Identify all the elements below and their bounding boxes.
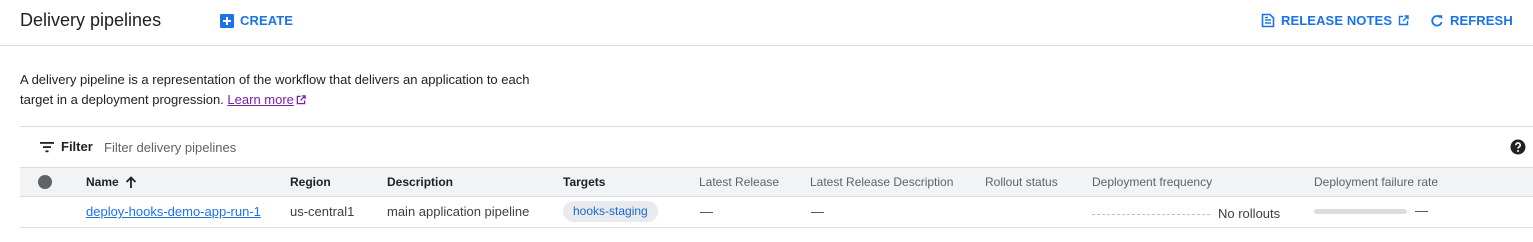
external-link-icon (1398, 15, 1409, 26)
add-box-icon (220, 13, 234, 28)
status-column-icon (38, 175, 52, 189)
column-header-description[interactable]: Description (387, 175, 453, 189)
column-header-deployment-frequency: Deployment frequency (1092, 175, 1213, 189)
column-header-rollout-status: Rollout status (985, 175, 1058, 189)
target-chip[interactable]: hooks-staging (563, 201, 658, 222)
pipeline-name-link[interactable]: deploy-hooks-demo-app-run-1 (86, 204, 261, 219)
deployment-failure-rate-bar (1314, 209, 1407, 214)
deployment-frequency-value: No rollouts (1218, 206, 1281, 221)
filter-label: Filter (61, 139, 93, 154)
page-header: Delivery pipelines CREATE RELEASE NOTES … (0, 0, 1533, 46)
help-icon[interactable] (1510, 139, 1526, 155)
filter-bar: Filter (20, 126, 1533, 168)
column-header-name[interactable]: Name (86, 175, 137, 189)
column-header-latest-release: Latest Release (699, 175, 780, 189)
arrow-up-icon (125, 176, 136, 188)
column-header-targets[interactable]: Targets (563, 175, 605, 189)
table-header: Name Region Description Targets Latest R… (20, 168, 1533, 197)
pipeline-description: main application pipeline (387, 204, 530, 219)
release-notes-icon (1261, 13, 1275, 28)
refresh-button[interactable]: REFRESH (1430, 13, 1513, 28)
pipeline-region: us-central1 (290, 204, 355, 219)
filter-input[interactable] (104, 136, 504, 158)
create-label: CREATE (240, 13, 294, 28)
release-notes-button[interactable]: RELEASE NOTES (1261, 13, 1409, 28)
refresh-icon (1431, 14, 1443, 26)
column-header-region[interactable]: Region (290, 175, 331, 189)
latest-release-description-value: — (811, 204, 824, 219)
create-button[interactable]: CREATE (220, 13, 293, 28)
external-link-icon (296, 95, 306, 105)
latest-release-value: — (700, 204, 713, 219)
refresh-label: REFRESH (1450, 13, 1513, 28)
learn-more-link[interactable]: Learn more (227, 92, 306, 107)
page-title: Delivery pipelines (20, 10, 162, 30)
deployment-frequency-sparkline (1092, 214, 1210, 215)
column-header-deployment-failure-rate: Deployment failure rate (1314, 175, 1439, 189)
intro-description: A delivery pipeline is a representation … (20, 70, 560, 110)
deployment-failure-rate-value: — (1415, 203, 1428, 218)
column-header-latest-release-description: Latest Release Description (810, 175, 954, 189)
release-notes-label: RELEASE NOTES (1281, 13, 1393, 28)
filter-icon (40, 142, 54, 153)
table-row: deploy-hooks-demo-app-run-1 us-central1 … (20, 197, 1533, 228)
